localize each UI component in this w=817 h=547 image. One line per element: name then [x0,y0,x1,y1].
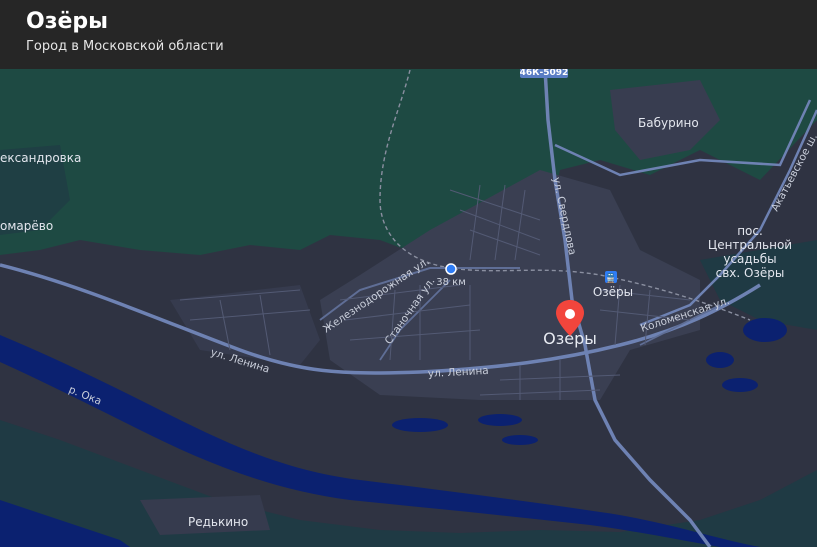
place-header: Озёры Город в Московской области [0,0,817,69]
road-shield-text: 46К-5092 [520,69,569,78]
place-label-baburino: Бабурино [638,116,699,130]
pond-2 [478,414,522,426]
place-label-pos-4: свх. Озёры [716,266,785,280]
place-label-komarevo: омарёво [0,219,53,233]
pond-3 [502,435,538,445]
map-view[interactable]: 46К-5092 38 км 🚆 Озёры Бабурино ександро… [0,69,817,547]
place-label-pos-1: пос. [737,224,763,238]
place-label-pos-3: усадьбы [723,252,776,266]
map-canvas[interactable]: 46К-5092 38 км 🚆 Озёры Бабурино ександро… [0,69,817,547]
place-title: Озёры [26,9,109,34]
station-label: 38 км [436,277,466,288]
place-label-pos-2: Центральной [708,238,792,252]
road-shield: 46К-5092 [520,69,569,78]
lake-east-3 [722,378,758,392]
lake-east-2 [706,352,734,368]
place-subtitle: Город в Московской области [26,39,224,54]
place-label-aleksandrovka: ександровка [0,151,81,165]
station-label: Озёры [593,285,633,299]
lake-east [743,318,787,342]
pond-1 [392,418,448,432]
place-label-redkino: Редькино [188,515,248,529]
rail-station-icon [445,263,457,275]
svg-text:🚆: 🚆 [605,272,616,284]
